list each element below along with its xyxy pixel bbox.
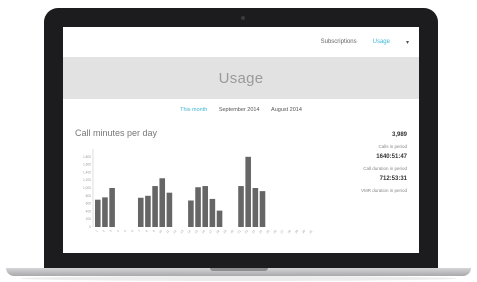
x-tick-label: 8 (145, 229, 149, 233)
tab-august-2014[interactable]: August 2014 (271, 107, 302, 113)
chart-bar (259, 191, 266, 227)
y-tick-label: 1,800 (83, 155, 91, 159)
chart-bar (238, 186, 244, 227)
page-title: Usage (218, 69, 264, 87)
tab-september-2014[interactable]: September 2014 (219, 107, 260, 113)
x-tick-label: 5 (123, 229, 127, 233)
x-tick-label: 18 (215, 229, 220, 234)
x-tick-label: 28 (287, 229, 292, 234)
laptop-notch (210, 268, 268, 271)
call-duration-value: 1640:51:47 (376, 154, 407, 160)
chart-title: Call minutes per day (75, 128, 158, 138)
chart-bar (137, 197, 144, 227)
y-tick-label: 200 (86, 217, 92, 221)
page-header: Usage (63, 57, 419, 99)
top-nav: Subscriptions Usage ▾ (63, 27, 419, 57)
y-tick-label: 0 (89, 225, 91, 229)
chart-bar (252, 188, 259, 227)
x-tick-label: 20 (229, 229, 234, 234)
chart-bar (202, 186, 209, 227)
x-tick-label: 15 (194, 229, 199, 234)
x-tick-label: 6 (130, 229, 134, 233)
calls-count: 3,989 (391, 132, 407, 138)
chevron-down-icon[interactable]: ▾ (406, 39, 409, 46)
x-tick-label: 29 (294, 229, 299, 234)
y-tick-label: 400 (86, 209, 92, 213)
y-tick-label: 1,200 (83, 178, 91, 182)
x-tick-label: 12 (172, 229, 177, 234)
tab-this-month[interactable]: This month (180, 107, 207, 113)
x-tick-label: 27 (280, 229, 285, 234)
chart-bar (109, 188, 115, 227)
x-tick-label: 11 (165, 229, 170, 234)
x-tick-label: 16 (201, 229, 206, 234)
x-tick-label: 17 (208, 229, 213, 234)
x-tick-label: 24 (258, 229, 263, 234)
x-tick-label: 14 (186, 229, 191, 234)
vmr-duration-value: 712:53:31 (379, 176, 407, 182)
chart-bar (145, 195, 151, 227)
x-tick-label: 13 (179, 229, 184, 234)
chart-bar (216, 210, 223, 227)
x-tick-label: 19 (222, 229, 227, 234)
nav-subscriptions[interactable]: Subscriptions (321, 39, 357, 45)
y-tick-label: 600 (86, 202, 92, 206)
call-minutes-chart: 1,800 1,600 1,400 1,200 1,000 800 600 400 200 0 1… (83, 149, 314, 234)
chart-bar (245, 156, 251, 227)
x-tick-label: 22 (244, 229, 249, 234)
x-tick-label: 3 (109, 229, 113, 233)
chart-bar (188, 200, 194, 227)
period-tabs: This month September 2014 August 2014 (63, 107, 419, 113)
chart-bar (102, 197, 108, 227)
x-tick-label: 9 (152, 229, 156, 233)
usage-stats: 3,989 Calls in period 1640:51:47 Call du… (297, 127, 407, 193)
x-tick-label: 21 (237, 229, 242, 234)
nav-usage[interactable]: Usage (373, 39, 390, 45)
chart-bar (166, 192, 173, 227)
y-tick-label: 1,000 (83, 186, 91, 190)
x-tick-label: 30 (301, 229, 306, 234)
laptop-shadow (20, 276, 457, 281)
x-tick-label: 31 (308, 229, 313, 234)
camera-icon (241, 16, 245, 20)
x-tick-label: 1 (94, 229, 98, 233)
chart-bar (95, 199, 101, 227)
x-tick-label: 25 (265, 229, 270, 234)
chart-bar (159, 178, 166, 227)
y-tick-label: 1,400 (83, 170, 91, 174)
x-tick-label: 2 (102, 229, 106, 233)
calls-label: Calls in period (378, 144, 407, 149)
x-tick-label: 10 (158, 229, 163, 234)
x-tick-label: 23 (251, 229, 256, 234)
vmr-duration-label: VMR duration in period (360, 188, 407, 193)
chart-bar (152, 186, 158, 227)
x-tick-label: 7 (137, 229, 141, 233)
app-screen: Subscriptions Usage ▾ Usage This month S… (63, 27, 419, 253)
call-duration-label: Call duration in period (363, 166, 407, 171)
y-tick-label: 1,600 (83, 163, 91, 167)
y-tick-label: 800 (86, 194, 92, 198)
x-tick-label: 4 (116, 229, 120, 233)
chart-bar (195, 187, 201, 227)
chart-bar (209, 198, 216, 227)
x-tick-label: 26 (272, 229, 277, 234)
